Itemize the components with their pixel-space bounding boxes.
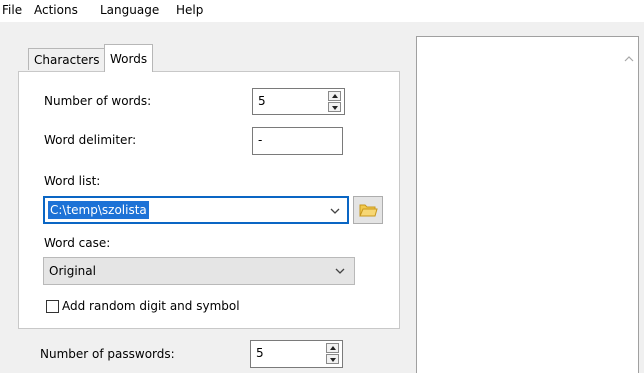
word-case-dropdown[interactable]: Original	[43, 257, 355, 285]
word-case-label: Word case:	[44, 236, 111, 250]
word-list-combobox[interactable]: C:\temp\szolista	[43, 196, 349, 224]
number-of-words-stepper[interactable]: 5	[252, 88, 345, 115]
word-delimiter-label: Word delimiter:	[44, 133, 137, 147]
chevron-down-icon	[335, 268, 345, 274]
random-digit-label: Add random digit and symbol	[62, 299, 240, 313]
browse-folder-button[interactable]	[353, 196, 383, 224]
word-list-value: C:\temp\szolista	[48, 201, 149, 219]
number-of-words-label: Number of words:	[44, 94, 152, 108]
menu-language[interactable]: Language	[100, 3, 159, 17]
number-of-words-spinner	[328, 91, 341, 112]
password-output-area[interactable]	[416, 36, 639, 373]
menu-bar: File Actions Language Help	[0, 0, 644, 22]
tab-words[interactable]: Words	[104, 44, 154, 72]
number-of-passwords-value: 5	[256, 346, 264, 360]
word-case-value: Original	[49, 264, 96, 278]
random-digit-checkbox[interactable]	[46, 300, 59, 313]
menu-file[interactable]: File	[2, 3, 22, 17]
spin-down-icon[interactable]	[328, 102, 341, 112]
menu-actions[interactable]: Actions	[34, 3, 78, 17]
folder-icon	[359, 204, 378, 217]
chevron-down-icon[interactable]	[327, 203, 343, 219]
tab-characters[interactable]: Characters	[28, 48, 106, 70]
word-delimiter-input[interactable]: -	[252, 127, 343, 155]
number-of-passwords-stepper[interactable]: 5	[250, 340, 343, 368]
spin-up-icon[interactable]	[328, 91, 341, 101]
word-delimiter-value: -	[258, 133, 263, 147]
spin-up-icon[interactable]	[326, 343, 339, 353]
number-of-words-value: 5	[258, 94, 266, 108]
spin-down-icon[interactable]	[326, 354, 339, 364]
menu-help[interactable]: Help	[176, 3, 203, 17]
word-list-label: Word list:	[44, 174, 101, 188]
number-of-passwords-label: Number of passwords:	[40, 347, 175, 361]
number-of-passwords-spinner	[326, 343, 339, 364]
scroll-up-icon[interactable]	[624, 55, 634, 63]
